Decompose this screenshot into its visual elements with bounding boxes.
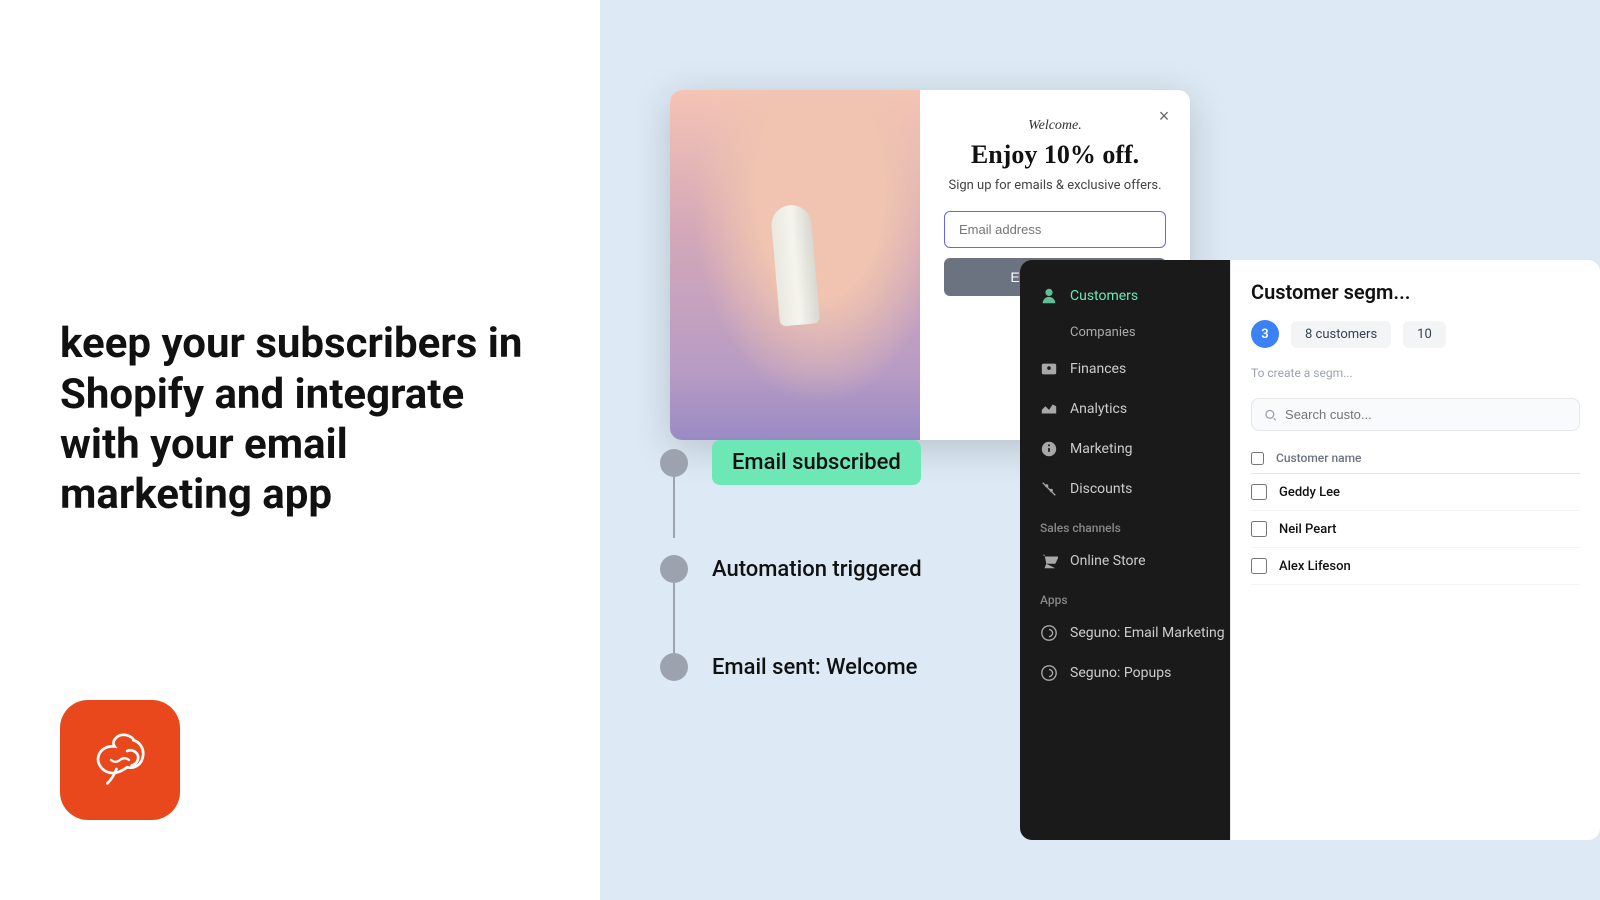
- customer-row-2: Neil Peart: [1251, 511, 1580, 548]
- popup-subtitle: Sign up for emails & exclusive offers.: [948, 178, 1161, 193]
- sidebar-analytics-label: Analytics: [1070, 401, 1127, 417]
- flow-step-3: Email sent: Welcome: [660, 653, 1080, 681]
- app-logo: [60, 700, 180, 820]
- customer-search-box[interactable]: [1251, 398, 1580, 431]
- flow-label-3: Email sent: Welcome: [712, 655, 917, 680]
- flow-step-1: Email subscribed: [660, 440, 1080, 485]
- flow-connector-1: [673, 468, 675, 538]
- analytics-icon: [1040, 400, 1058, 418]
- col-header-row: Customer name: [1251, 443, 1580, 474]
- popup-title: Enjoy 10% off.: [971, 140, 1139, 170]
- right-panel: × Welcome. Enjoy 10% off. Sign up for em…: [600, 0, 1600, 900]
- product-image-inner: [670, 90, 920, 440]
- popup-email-input[interactable]: [944, 211, 1166, 248]
- customer-checkbox-2[interactable]: [1251, 521, 1267, 537]
- customer-name-2: Neil Peart: [1279, 522, 1336, 537]
- customer-checkbox-3[interactable]: [1251, 558, 1267, 574]
- customer-search-input[interactable]: [1285, 407, 1567, 422]
- popup-product-image: [670, 90, 920, 440]
- seguno-email-icon: [1040, 624, 1058, 642]
- customers-count-badge: 8 customers: [1291, 321, 1391, 348]
- sidebar-finances-label: Finances: [1070, 361, 1126, 377]
- seguno-popups-icon: [1040, 664, 1058, 682]
- marketing-icon: [1040, 440, 1058, 458]
- customer-checkbox-1[interactable]: [1251, 484, 1267, 500]
- headline: keep your subscribers in Shopify and int…: [60, 319, 540, 521]
- segment-stats: 3 8 customers 10: [1251, 320, 1580, 348]
- customer-row-3: Alex Lifeson: [1251, 548, 1580, 585]
- popup-close-button[interactable]: ×: [1150, 102, 1178, 130]
- sidebar-marketing-label: Marketing: [1070, 441, 1133, 457]
- flow-connector-2: [673, 583, 675, 653]
- customer-panel: Customer segm... 3 8 customers 10 To cre…: [1230, 260, 1600, 840]
- flow-dot-2: [660, 555, 688, 583]
- sidebar-seguno-popups-label: Seguno: Popups: [1070, 665, 1171, 681]
- customer-name-1: Geddy Lee: [1279, 485, 1340, 500]
- segment-description: To create a segm...: [1251, 364, 1580, 382]
- customer-name-3: Alex Lifeson: [1279, 559, 1351, 574]
- select-all-checkbox[interactable]: [1251, 452, 1264, 465]
- customer-row-1: Geddy Lee: [1251, 474, 1580, 511]
- flow-label-2: Automation triggered: [712, 557, 922, 582]
- customers-icon: [1040, 287, 1058, 305]
- flow-diagram: Email subscribed Automation triggered Em…: [660, 440, 1080, 751]
- left-panel: keep your subscribers in Shopify and int…: [0, 0, 600, 900]
- flow-label-1: Email subscribed: [712, 440, 921, 485]
- customer-panel-title: Customer segm...: [1251, 280, 1580, 304]
- sidebar-seguno-email-label: Seguno: Email Marketing: [1070, 625, 1225, 641]
- logo-icon: [84, 724, 156, 796]
- finances-icon: [1040, 360, 1058, 378]
- online-store-icon: [1040, 552, 1058, 570]
- sidebar-customers-label: Customers: [1070, 288, 1138, 304]
- page-indicator: 10: [1403, 321, 1446, 348]
- sidebar-discounts-label: Discounts: [1070, 481, 1132, 497]
- popup-welcome-text: Welcome.: [1028, 118, 1082, 134]
- sidebar-online-store-label: Online Store: [1070, 553, 1146, 569]
- segment-number-badge: 3: [1251, 320, 1279, 348]
- flow-step-2: Automation triggered: [660, 555, 1080, 583]
- flow-dot-3: [660, 653, 688, 681]
- flow-dot-1: [660, 449, 688, 477]
- discounts-icon: [1040, 480, 1058, 498]
- search-icon: [1264, 408, 1277, 422]
- col-header-name: Customer name: [1276, 451, 1361, 465]
